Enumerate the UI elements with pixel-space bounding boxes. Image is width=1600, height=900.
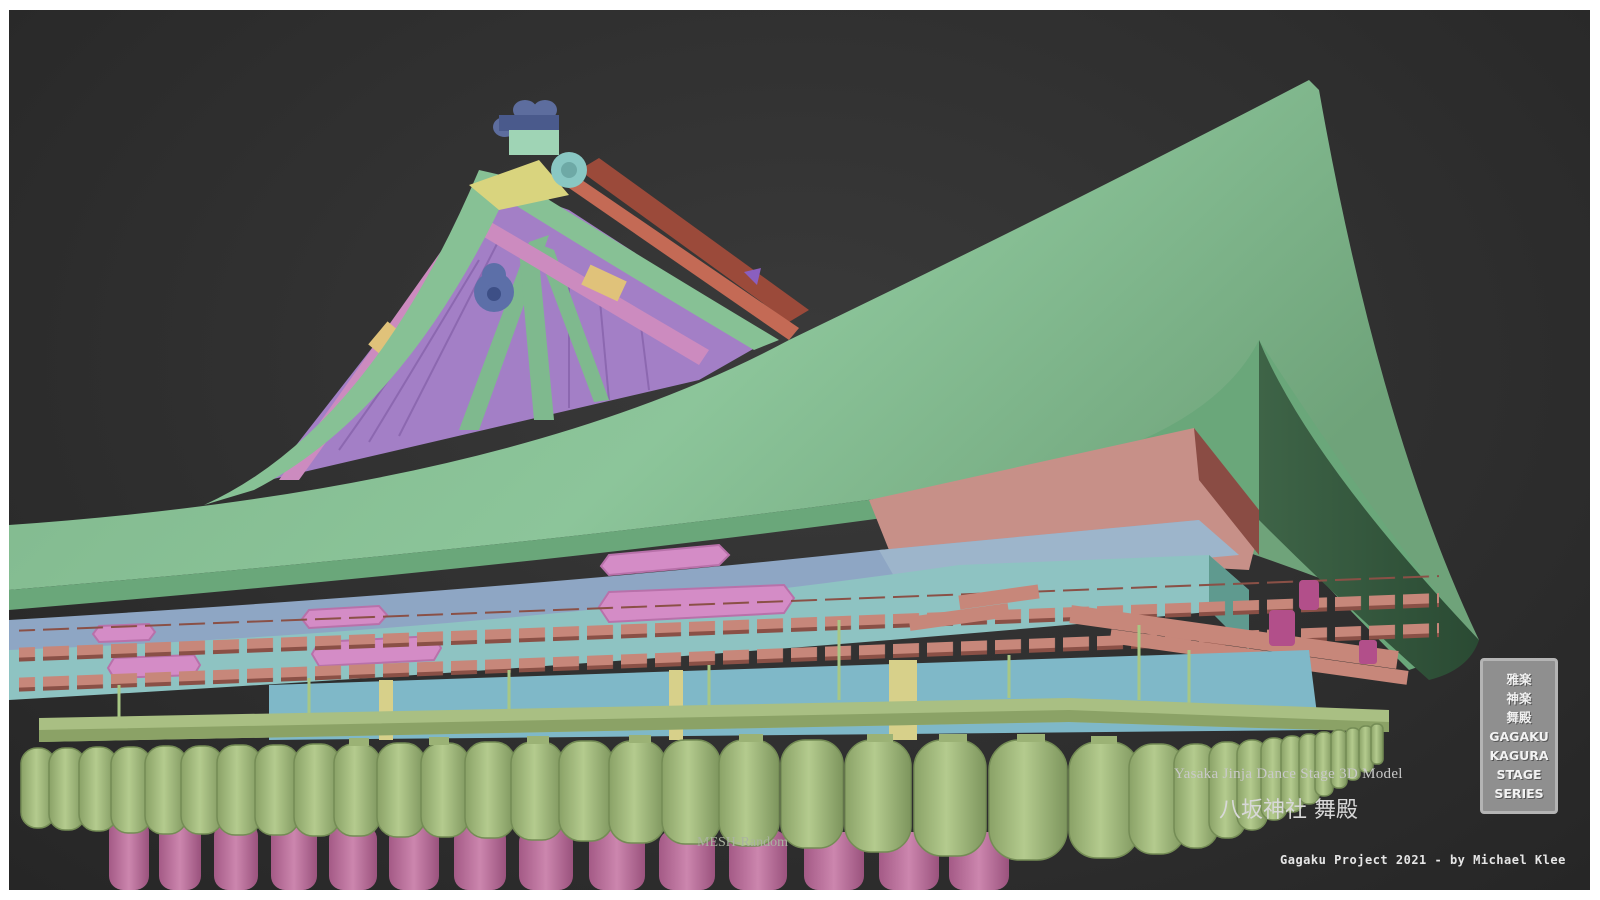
- badge-line: GAGAKU: [1489, 728, 1549, 744]
- viewport-frame: Yasaka Jinja Dance Stage 3D Model 八坂神社 舞…: [9, 10, 1590, 890]
- badge-line: 舞殿: [1506, 709, 1532, 725]
- shrine-render: [9, 80, 1479, 890]
- model-title-en: Yasaka Jinja Dance Stage 3D Model: [1174, 766, 1403, 782]
- badge-line: KAGURA: [1489, 747, 1549, 763]
- badge-line: SERIES: [1494, 785, 1544, 801]
- badge-line: STAGE: [1496, 766, 1542, 782]
- model-title-jp: 八坂神社 舞殿: [1219, 798, 1358, 823]
- render-mode-label: MESH-Random: [697, 835, 788, 850]
- series-badge: 雅楽 神楽 舞殿 GAGAKU KAGURA STAGE SERIES: [1480, 658, 1558, 814]
- badge-line: 神楽: [1506, 690, 1532, 706]
- badge-line: 雅楽: [1506, 671, 1532, 687]
- credit-text: Gagaku Project 2021 - by Michael Klee: [1280, 853, 1566, 867]
